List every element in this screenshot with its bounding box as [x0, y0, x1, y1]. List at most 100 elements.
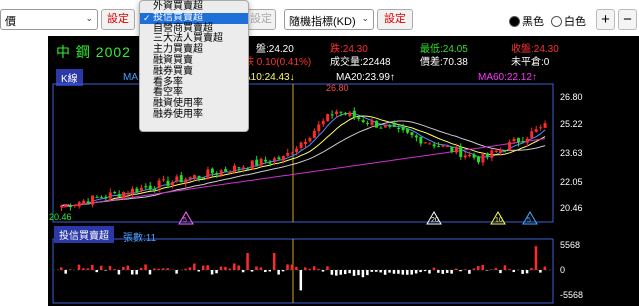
candle-body	[86, 201, 90, 204]
settings-button-1[interactable]: 設定	[101, 9, 135, 30]
dropdown-option-label: 融資使用率	[153, 98, 203, 110]
dropdown-option-label: 看多率	[153, 76, 183, 88]
candle-body	[215, 172, 219, 175]
candle-body	[374, 120, 378, 128]
sub-bar	[193, 263, 196, 270]
candle-body	[539, 127, 543, 129]
candle-body	[432, 144, 436, 147]
indicator-select[interactable]: 隨機指標(KD) ⌄	[284, 9, 374, 30]
sub-bar	[312, 266, 316, 270]
zoom-in-button[interactable]: +	[596, 9, 615, 30]
candle-body	[410, 132, 414, 136]
sub-bar	[259, 267, 263, 270]
radio-white[interactable]: 白色	[551, 13, 586, 29]
sub-bar	[508, 269, 511, 270]
toolbar: 價 ⌄ 設定 設定 隨機指標(KD) ⌄ 設定 黑色 白色 + −	[0, 0, 639, 36]
sub-bar	[77, 264, 81, 270]
candle-body	[543, 123, 547, 128]
sub-bar	[228, 268, 232, 270]
candle-body	[401, 126, 405, 131]
zoom-out-button[interactable]: −	[618, 9, 637, 30]
sub-bar	[117, 270, 121, 275]
candle-body	[122, 192, 126, 199]
sub-bar	[86, 268, 90, 270]
sub-bar	[321, 270, 325, 272]
candle-body	[317, 124, 321, 132]
candle-body	[304, 141, 307, 144]
sub-bar	[419, 270, 422, 273]
candle-body	[170, 181, 174, 186]
candle-body	[508, 142, 512, 151]
candle-body	[162, 179, 166, 181]
sub-bar	[268, 270, 272, 272]
candle-body	[530, 131, 534, 138]
sub-bar	[215, 270, 218, 274]
candle-body	[392, 124, 396, 127]
candle-body	[99, 197, 103, 199]
candle-body	[206, 169, 210, 179]
sub-indicator-dropdown[interactable]: 外資買賣超 ✓ 投信買賣超 自營商買賣超 三大法人買賣超 主力買賣超 融資買賣 融券買賣 看多率…	[139, 0, 249, 132]
sub-bar	[68, 269, 72, 270]
candle-body	[104, 196, 108, 198]
chevron-down-icon: ⌄	[85, 13, 93, 23]
sub-bar	[241, 270, 245, 273]
sub-bar	[290, 264, 294, 270]
candle-body	[468, 154, 472, 157]
candle-body	[91, 195, 95, 205]
candle-body	[414, 135, 418, 138]
sub-bar	[406, 270, 409, 275]
candle-body	[419, 136, 423, 144]
candle-body	[228, 171, 232, 173]
candle-body	[477, 156, 481, 163]
sub-bar	[317, 268, 320, 270]
candle-body	[361, 120, 365, 123]
sub-bar	[499, 270, 502, 274]
sub-bar	[423, 270, 427, 272]
candle-body	[272, 158, 276, 162]
sub-bar	[392, 270, 396, 274]
sub-bar	[108, 266, 112, 270]
radio-white-label: 白色	[564, 16, 586, 28]
sub-bar	[188, 267, 192, 270]
sub-bar	[91, 264, 94, 270]
sub-bar	[401, 270, 405, 275]
candle-body	[224, 169, 228, 172]
sub-bar	[64, 270, 67, 274]
candle-body	[130, 188, 134, 194]
candle-body	[73, 204, 77, 206]
candle-body	[246, 168, 250, 170]
candle-body	[157, 180, 161, 188]
sub-bar	[454, 268, 458, 270]
sub-bar	[139, 267, 143, 270]
low-marker-label: 20.46	[49, 212, 72, 222]
candle-body	[295, 148, 299, 152]
candle-body	[534, 129, 538, 132]
dropdown-option-label: 自營商買賣超	[153, 22, 213, 34]
candle-body	[241, 167, 245, 169]
high-marker-label: 26.80	[326, 83, 349, 93]
dropdown-option[interactable]: 融券使用率	[140, 109, 248, 121]
sub-bar	[157, 268, 161, 270]
sub-bar	[335, 270, 338, 276]
sub-bar	[534, 246, 538, 270]
radio-black[interactable]: 黑色	[509, 13, 544, 29]
sub-bar	[490, 269, 493, 270]
sub-bar	[122, 266, 125, 270]
dropdown-option-label: 三大法人買賣超	[153, 33, 223, 45]
candle-body	[445, 146, 449, 148]
stock-select[interactable]: 價 ⌄	[0, 9, 98, 30]
candle-body	[255, 159, 259, 166]
sub-bar	[374, 270, 378, 272]
settings-button-2[interactable]: 設定	[246, 9, 276, 30]
dropdown-option-label: 融券買賣	[153, 65, 193, 77]
sub-tick-label: 0	[560, 265, 565, 275]
sub-bar	[503, 265, 507, 270]
signal-marker-label: 10	[495, 217, 503, 224]
candle-body	[330, 114, 334, 116]
candle-body	[166, 180, 170, 186]
candle-body	[82, 200, 86, 204]
candle-body	[290, 153, 294, 155]
sub-bar	[219, 266, 223, 270]
settings-button-3[interactable]: 設定	[377, 9, 413, 30]
sub-bar	[539, 270, 542, 273]
